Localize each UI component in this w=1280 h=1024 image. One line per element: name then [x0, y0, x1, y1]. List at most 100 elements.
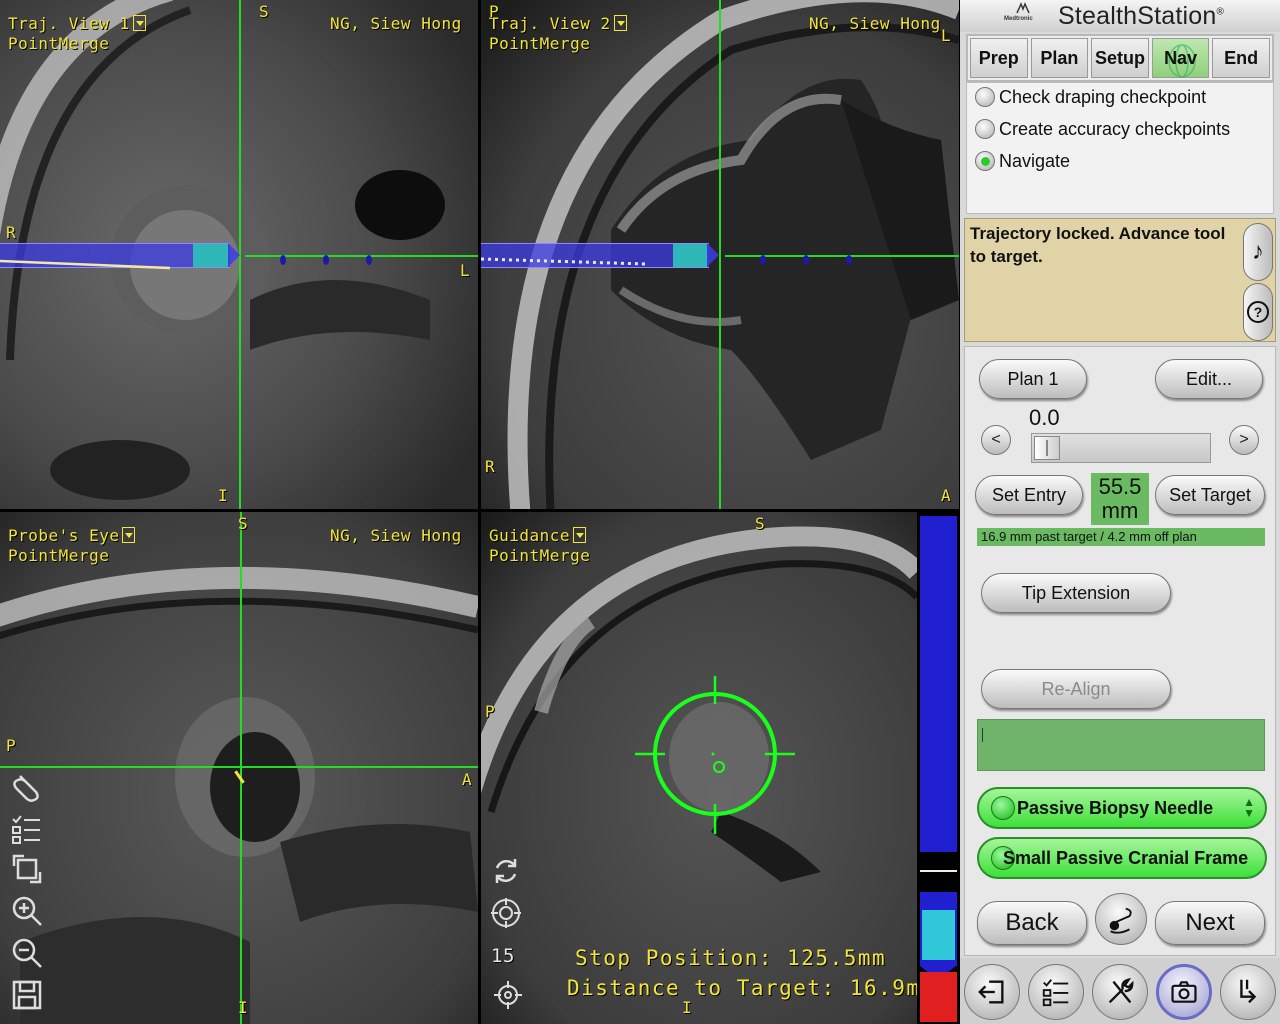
plan-panel: Plan 1 Edit... 0.0 < > Set Entry 55.5 mm … — [964, 346, 1276, 956]
tool-label: Passive Biopsy Needle — [1017, 797, 1214, 818]
zoom-out-icon[interactable] — [10, 936, 44, 970]
logout-button[interactable] — [1220, 964, 1276, 1020]
message-box: Trajectory locked. Advance tool to targe… — [964, 218, 1276, 342]
tab-plan[interactable]: Plan — [1030, 38, 1089, 78]
workflow-tabs: Prep Plan Setup Nav End — [966, 34, 1274, 82]
orient-bottom: I — [682, 998, 693, 1017]
set-entry-button[interactable]: Set Entry — [975, 475, 1083, 515]
zoom-value: 15 — [491, 945, 515, 967]
next-button[interactable]: Next — [1155, 901, 1265, 945]
back-button[interactable]: Back — [977, 901, 1087, 945]
logout-icon — [1240, 979, 1257, 1004]
orient-left: P — [6, 736, 17, 755]
depth-red-segment — [920, 972, 957, 1022]
brand-small: Medtronic — [1004, 16, 1033, 22]
slider-thumb[interactable] — [1034, 436, 1060, 460]
tool-cycle-icon: ▲ ▼ — [1243, 795, 1255, 820]
depth-blue-segment — [920, 516, 957, 852]
plan-select-button[interactable]: Plan 1 — [979, 359, 1087, 399]
viewport-probes-eye[interactable]: Probe's Eye PointMerge NG, Siew Hong S P… — [0, 512, 478, 1024]
tool-small-passive-cranial-frame[interactable]: Small Passive Cranial Frame — [977, 837, 1267, 879]
viewport-guidance[interactable]: Guidance PointMerge S P I 15 Stop Positi… — [481, 512, 917, 1024]
tools-button[interactable] — [1092, 964, 1148, 1020]
patient-name: NG, Siew Hong — [330, 14, 462, 33]
view-title-label: Traj. View 1 — [8, 14, 130, 33]
slider-decrement-button[interactable]: < — [981, 425, 1011, 455]
edit-button[interactable]: Edit... — [1155, 359, 1263, 399]
view-dropdown-icon[interactable] — [122, 527, 136, 543]
slider-increment-button[interactable]: > — [1229, 425, 1259, 455]
view-dropdown-icon[interactable] — [613, 15, 627, 31]
orient-top-left: P — [489, 2, 500, 21]
tip-extension-button[interactable]: Tip Extension — [981, 573, 1171, 613]
crosshair-vertical — [240, 512, 242, 1024]
plan-slider[interactable] — [1031, 433, 1211, 463]
tool-status-area — [977, 719, 1265, 771]
tab-nav[interactable]: Nav — [1151, 38, 1210, 78]
task-list-button[interactable] — [1028, 964, 1084, 1020]
sound-button[interactable]: ♪ — [1243, 223, 1273, 281]
task-list-icon — [1042, 979, 1069, 1007]
view-title-label: Probe's Eye — [8, 526, 120, 545]
view-title-label: Traj. View 2 — [489, 14, 611, 33]
view-subtitle: PointMerge — [8, 34, 110, 53]
distance-readout: 55.5 mm — [1091, 473, 1149, 525]
zoom-in-icon[interactable] — [10, 894, 44, 928]
patient-name: NG, Siew Hong — [809, 14, 941, 33]
camera-icon — [1171, 981, 1197, 1003]
tab-prep[interactable]: Prep — [970, 38, 1028, 78]
mri-scan-image — [0, 512, 478, 1024]
help-icon: ? — [1247, 301, 1269, 323]
tab-end[interactable]: End — [1212, 38, 1270, 78]
orient-top: S — [259, 2, 270, 21]
depth-gap-segment — [920, 870, 957, 872]
orient-bottom: I — [218, 486, 229, 505]
brand-registered-mark: ® — [1216, 6, 1225, 18]
radio-selected-icon — [975, 151, 995, 171]
orient-right: L — [460, 261, 471, 280]
viewport-traj-view-1[interactable]: Traj. View 1 PointMerge NG, Siew Hong S … — [0, 0, 478, 509]
tab-setup[interactable]: Setup — [1091, 38, 1149, 78]
orient-left: R — [6, 223, 17, 242]
tools-icon — [1108, 977, 1134, 1004]
probe-button[interactable] — [1095, 893, 1147, 945]
crosshair-icon[interactable] — [491, 978, 525, 1012]
tool-passive-biopsy-needle[interactable]: Passive Biopsy Needle ▲ ▼ — [977, 787, 1267, 829]
distance-to-target: Distance to Target: 16.9mm — [567, 976, 917, 1000]
step-label: Check draping checkpoint — [999, 86, 1207, 107]
rotate-view-icon[interactable] — [10, 852, 44, 886]
step-navigate[interactable]: Navigate — [975, 148, 1070, 174]
clip-icon[interactable] — [10, 770, 44, 804]
medtronic-logo-icon — [1016, 2, 1030, 14]
guidance-target-reticle — [635, 676, 795, 834]
view-title[interactable]: Probe's Eye — [8, 526, 136, 546]
stop-position: Stop Position: 125.5mm — [575, 946, 887, 970]
checklist-icon[interactable] — [10, 812, 44, 846]
distance-unit: mm — [1101, 498, 1139, 523]
message-text: Trajectory locked. Advance tool to targe… — [970, 224, 1226, 266]
view-title[interactable]: Traj. View 1 — [8, 14, 146, 34]
step-list: Check draping checkpoint Create accuracy… — [966, 82, 1274, 214]
music-note-icon: ♪ — [1252, 238, 1264, 265]
save-icon[interactable] — [10, 978, 44, 1012]
screenshot-button[interactable] — [1156, 964, 1212, 1020]
depth-cyan-segment — [922, 910, 955, 960]
help-button[interactable]: ? — [1243, 283, 1273, 341]
slider-value: 0.0 — [1029, 405, 1060, 430]
view-dropdown-icon[interactable] — [573, 527, 587, 543]
realign-button[interactable]: Re-Align — [981, 669, 1171, 709]
view-title[interactable]: Traj. View 2 — [489, 14, 627, 34]
set-target-button[interactable]: Set Target — [1155, 475, 1265, 515]
refresh-icon[interactable] — [489, 854, 523, 888]
probe-line — [481, 255, 852, 266]
target-icon[interactable] — [489, 896, 523, 930]
viewport-traj-view-2[interactable]: Traj. View 2 PointMerge NG, Siew Hong P … — [481, 0, 959, 509]
step-check-draping[interactable]: Check draping checkpoint — [975, 84, 1206, 110]
brand-name-text: StealthStation — [1058, 2, 1217, 30]
view-title[interactable]: Guidance — [489, 526, 587, 546]
orient-top: S — [238, 514, 249, 533]
view-dropdown-icon[interactable] — [132, 15, 146, 31]
step-create-accuracy[interactable]: Create accuracy checkpoints — [975, 116, 1230, 142]
exit-button[interactable] — [964, 964, 1020, 1020]
view-title-label: Guidance — [489, 526, 571, 545]
